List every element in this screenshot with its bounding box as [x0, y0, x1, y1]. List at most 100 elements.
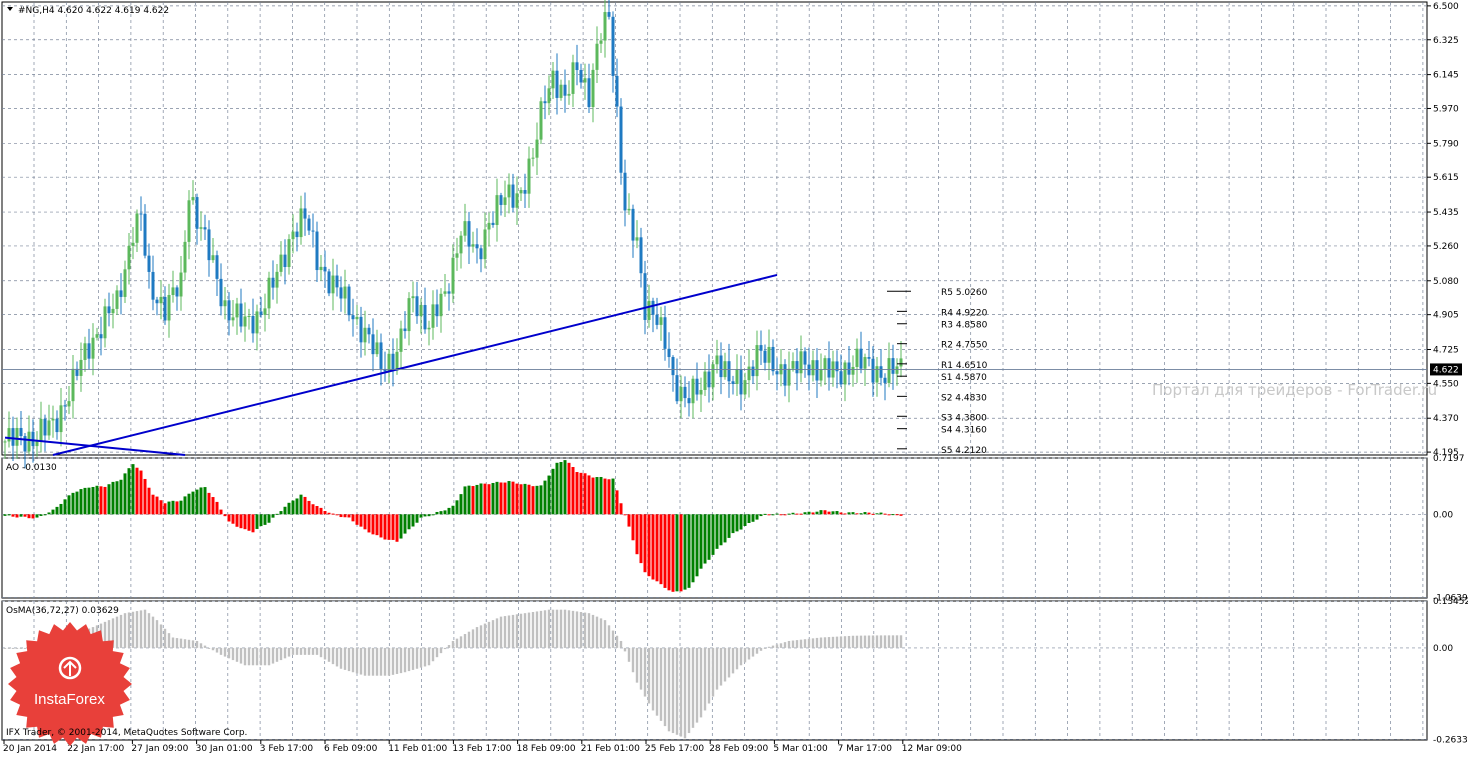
- candle-body: [199, 227, 203, 229]
- ao-bar: [355, 514, 359, 525]
- candle-body: [355, 316, 359, 320]
- ao-bar: [875, 513, 879, 515]
- osma-bar: [743, 647, 747, 663]
- candle-body: [619, 106, 623, 173]
- candle-body: [547, 88, 551, 104]
- ao-bar: [239, 514, 243, 529]
- osma-bar: [571, 610, 575, 648]
- ao-bar: [215, 501, 219, 515]
- ao-bar: [895, 514, 899, 516]
- candle-body: [51, 418, 55, 421]
- osma-bar: [695, 647, 699, 723]
- candle-body: [283, 254, 287, 268]
- candle-body: [623, 172, 627, 211]
- ao-bar: [763, 513, 767, 515]
- ao-bar: [439, 511, 443, 515]
- osma-bar: [127, 612, 131, 648]
- price-tick-label: 5.790: [1433, 139, 1459, 149]
- ao-bar: [279, 511, 283, 515]
- osma-bar: [471, 629, 475, 648]
- candle-body: [571, 62, 575, 94]
- candle-body: [747, 366, 751, 381]
- ao-bar: [611, 478, 615, 515]
- candle-body: [507, 184, 511, 198]
- price-tick-label: 6.145: [1433, 71, 1459, 81]
- osma-bar: [335, 647, 339, 667]
- ao-bar: [311, 504, 315, 515]
- candle-body: [695, 378, 699, 395]
- date-tick-label: 5 Mar 01:00: [773, 744, 828, 754]
- ao-bar: [347, 514, 351, 518]
- candle-body: [699, 389, 703, 395]
- ao-bar: [899, 514, 903, 516]
- ao-bar: [327, 512, 331, 515]
- osma-bar: [267, 647, 271, 666]
- ao-bar: [51, 509, 55, 515]
- ao-bar: [351, 514, 355, 522]
- candle-body: [23, 436, 27, 452]
- ao-bar: [107, 484, 111, 515]
- osma-bar: [479, 625, 483, 648]
- ao-bar: [219, 509, 223, 515]
- ao-bar: [839, 512, 843, 515]
- candle-body: [591, 69, 595, 108]
- candle-body: [459, 235, 463, 254]
- ao-bar: [331, 513, 335, 515]
- candle-body: [879, 366, 883, 378]
- ao-bar: [451, 505, 455, 515]
- osma-bar: [823, 637, 827, 648]
- ao-bar: [511, 481, 515, 515]
- dropdown-arrow-icon[interactable]: [7, 7, 13, 11]
- ao-bar: [507, 481, 511, 515]
- osma-bar: [611, 630, 615, 648]
- osma-bar: [855, 635, 859, 648]
- osma-bar: [339, 647, 343, 669]
- osma-bar: [11, 647, 15, 649]
- candle-body: [299, 208, 303, 238]
- pivot-label: R3 4.8580: [941, 321, 988, 331]
- osma-bar: [283, 647, 287, 659]
- candle-body: [323, 266, 327, 272]
- candle-body: [107, 306, 111, 314]
- candle-body: [151, 271, 155, 300]
- price-tick-label: 4.905: [1433, 311, 1459, 321]
- osma-bar: [15, 647, 19, 649]
- osma-bar: [875, 635, 879, 648]
- ao-bar: [111, 481, 115, 515]
- candle-body: [15, 427, 19, 446]
- osma-bar: [439, 647, 443, 654]
- candle-body: [71, 368, 75, 402]
- pivot-label: R2 4.7550: [941, 341, 988, 351]
- osma-bar: [411, 647, 415, 670]
- candle-body: [131, 242, 135, 246]
- candle-body: [867, 357, 871, 359]
- ao-bar: [23, 514, 27, 517]
- osma-bar: [383, 647, 387, 676]
- candle-body: [455, 253, 459, 258]
- osma-bar: [259, 647, 263, 666]
- candle-body: [535, 139, 539, 158]
- osma-bar: [147, 613, 151, 648]
- osma-bar: [563, 609, 567, 648]
- ao-bar: [103, 486, 107, 515]
- ao-bar: [63, 499, 67, 515]
- osma-bar: [671, 647, 675, 734]
- ao-bar: [195, 489, 199, 515]
- ao-bar: [179, 500, 183, 515]
- date-tick-label: 3 Feb 17:00: [260, 744, 314, 754]
- ao-bar: [743, 514, 747, 526]
- osma-bar: [835, 636, 839, 648]
- panel-frame: [1, 600, 1428, 741]
- ao-bar: [699, 514, 703, 569]
- osma-bar: [899, 635, 903, 648]
- osma-bar: [131, 611, 135, 648]
- osma-bar: [771, 645, 775, 648]
- osma-bar: [115, 616, 119, 648]
- ao-bar: [467, 485, 471, 515]
- osma-bar: [723, 647, 727, 682]
- ao-bar: [483, 483, 487, 515]
- osma-bar: [303, 647, 307, 655]
- ao-bar: [459, 494, 463, 515]
- candle-body: [807, 364, 811, 376]
- osma-bar: [7, 647, 11, 649]
